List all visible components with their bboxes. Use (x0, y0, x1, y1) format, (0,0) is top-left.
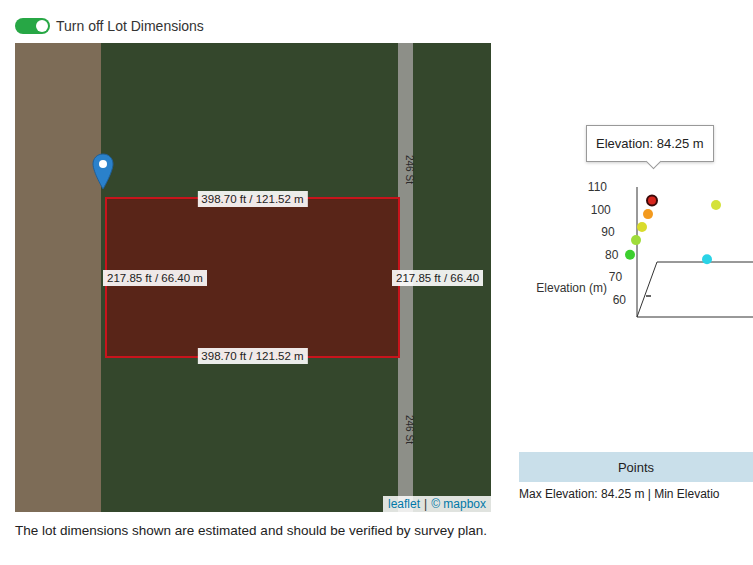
elevation-point[interactable] (637, 222, 647, 232)
elevation-point[interactable] (711, 200, 721, 210)
points-button[interactable]: Points (519, 452, 753, 482)
svg-text:60: 60 (613, 293, 627, 307)
dimension-label: 217.85 ft / 66.40 (392, 270, 483, 286)
elevation-point[interactable] (647, 196, 657, 206)
elevation-point[interactable] (625, 250, 635, 260)
leaflet-link[interactable]: leaflet (388, 497, 420, 511)
elevation-tooltip: Elevation: 84.25 m (586, 125, 714, 162)
elevation-point[interactable] (643, 209, 653, 219)
elevation-chart[interactable]: 110 100 90 80 70 60 Elevation (m) Elevation: 84… (519, 120, 753, 330)
svg-text:110: 110 (588, 180, 607, 194)
dimension-label: 217.85 ft / 66.40 m (103, 270, 207, 286)
elevation-point[interactable] (702, 254, 712, 264)
svg-text:100: 100 (591, 203, 611, 217)
page: Turn off Lot Dimensions 246 St 246 St 398.7… (0, 0, 753, 565)
attribution-separator: | (424, 497, 427, 511)
svg-text:80: 80 (605, 248, 619, 262)
mapbox-link[interactable]: © mapbox (431, 497, 486, 511)
switch-knob (36, 20, 48, 32)
elevation-panel: 110 100 90 80 70 60 Elevation (m) Elevation: 84… (491, 0, 753, 565)
lot-outline: 398.70 ft / 121.52 m398.70 ft / 121.52 m… (105, 197, 400, 358)
dimension-label: 398.70 ft / 121.52 m (197, 191, 307, 207)
lot-dimensions-switch[interactable] (15, 18, 50, 34)
map-attribution: leaflet | © mapbox (383, 496, 491, 512)
road-label: 246 St (404, 415, 415, 444)
svg-text:90: 90 (601, 225, 615, 239)
elevation-summary: Max Elevation: 84.25 m | Min Elevatio (519, 487, 753, 501)
dimension-label: 398.70 ft / 121.52 m (197, 348, 307, 364)
disclaimer-note: The lot dimensions shown are estimated a… (15, 520, 491, 541)
svg-text:70: 70 (609, 270, 623, 284)
elevation-point[interactable] (631, 235, 641, 245)
location-pin-icon[interactable] (92, 153, 114, 190)
svg-text:Elevation (m): Elevation (m) (536, 281, 607, 295)
lot-dimensions-toggle-row: Turn off Lot Dimensions (15, 17, 491, 35)
toggle-label: Turn off Lot Dimensions (56, 18, 204, 34)
map-column: Turn off Lot Dimensions 246 St 246 St 398.7… (0, 0, 491, 565)
satellite-map[interactable]: 246 St246 St398.70 ft / 121.52 m398.70 f… (15, 43, 491, 512)
road-label: 246 St (404, 155, 415, 184)
